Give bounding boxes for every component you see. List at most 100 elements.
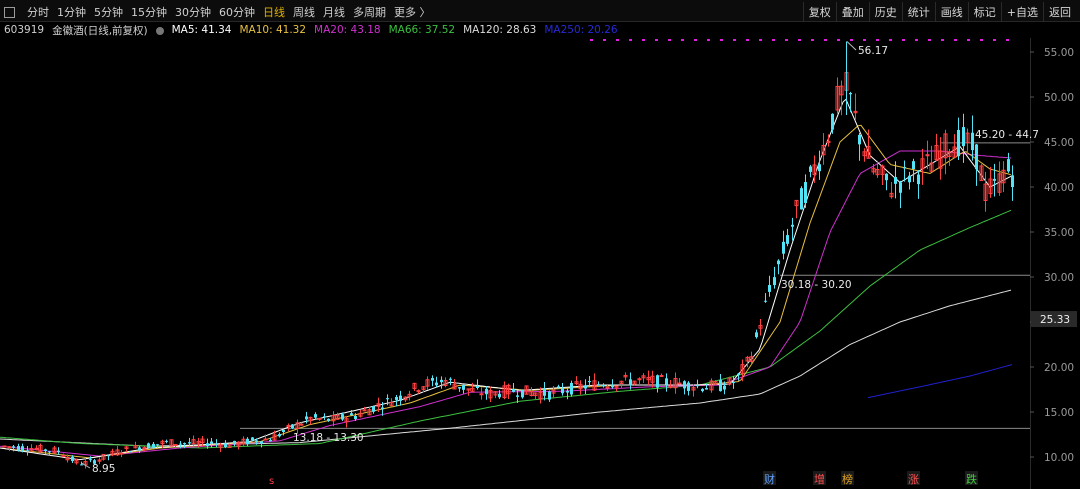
draw-line-button[interactable]: 画线 xyxy=(934,2,968,22)
tab-60min[interactable]: 60分钟 xyxy=(215,2,259,22)
signal-dot xyxy=(954,39,957,41)
ma120-line xyxy=(0,289,1012,447)
signal-dot xyxy=(928,39,931,41)
candle-body xyxy=(215,443,218,445)
candle-body xyxy=(395,396,398,400)
candle-body xyxy=(440,379,443,383)
tab-daily[interactable]: 日线 xyxy=(259,2,289,22)
signal-dot xyxy=(603,39,606,41)
candle-body xyxy=(885,173,888,181)
candle-body xyxy=(354,415,357,420)
mark-button[interactable]: 标记 xyxy=(967,2,1001,22)
ma20-line xyxy=(0,150,1012,457)
candle-body xyxy=(809,166,812,172)
statistics-button[interactable]: 统计 xyxy=(901,2,935,22)
candle-body xyxy=(449,378,452,380)
tab-30min[interactable]: 30分钟 xyxy=(171,2,215,22)
candle-body xyxy=(521,389,524,398)
candle-body xyxy=(129,451,132,453)
candle-body xyxy=(723,385,726,390)
ma250-line xyxy=(867,364,1013,399)
candle-body xyxy=(251,437,254,441)
candle-body xyxy=(804,181,807,204)
candle-body xyxy=(314,414,317,418)
tab-1min[interactable]: 1分钟 xyxy=(53,2,90,22)
sidebar-toggle-icon[interactable] xyxy=(4,6,15,18)
signal-dot xyxy=(915,39,918,41)
candle-body xyxy=(323,416,326,418)
y-tick-label: 35.00 xyxy=(1044,227,1074,239)
signal-dot xyxy=(785,39,788,41)
adjust-button[interactable]: 复权 xyxy=(802,2,836,22)
signal-dot xyxy=(668,39,671,41)
tab-15min[interactable]: 15分钟 xyxy=(127,2,171,22)
high-price-label-pointer xyxy=(846,41,857,51)
signal-dot xyxy=(746,39,749,41)
history-button[interactable]: 历史 xyxy=(868,2,902,22)
candle-body xyxy=(147,443,150,449)
candle-body xyxy=(286,424,291,427)
tab-multi-period[interactable]: 多周期 xyxy=(349,2,390,22)
candle-body xyxy=(791,224,794,227)
candle-body xyxy=(800,188,803,210)
current-price-label: 25.33 xyxy=(1040,314,1070,326)
candle-body xyxy=(755,332,758,338)
candle-body xyxy=(48,451,51,453)
add-watchlist-button[interactable]: +自选 xyxy=(1000,2,1043,22)
candle-body xyxy=(89,459,92,461)
range-label-1: 13.18 - 13.30 xyxy=(293,432,364,444)
candle-body xyxy=(971,132,974,151)
candle-body xyxy=(561,388,564,394)
tab-5min[interactable]: 5分钟 xyxy=(90,2,127,22)
candle-body xyxy=(687,382,690,391)
overlay-button[interactable]: 叠加 xyxy=(835,2,869,22)
signal-dot xyxy=(629,39,632,41)
candle-body xyxy=(210,441,213,444)
candle-body xyxy=(173,444,178,447)
event-marker-1: 增 xyxy=(814,472,825,486)
candle-body xyxy=(327,418,330,422)
signal-dot xyxy=(980,39,983,41)
ma5-label: MA5: 41.34 xyxy=(171,24,232,36)
tab-monthly[interactable]: 月线 xyxy=(319,2,349,22)
candle-body xyxy=(611,384,614,388)
period-tabs: 分时 1分钟 5分钟 15分钟 30分钟 60分钟 日线 周线 月线 多周期 更… xyxy=(4,2,435,22)
y-tick-label: 50.00 xyxy=(1044,92,1074,104)
event-marker-3: 涨 xyxy=(908,473,919,486)
signal-dot xyxy=(694,39,697,41)
candle-body xyxy=(362,409,367,412)
candle-body xyxy=(291,424,294,429)
candle-body xyxy=(26,450,29,452)
candle-body xyxy=(899,182,902,193)
back-button[interactable]: 返回 xyxy=(1043,2,1076,22)
kline-chart[interactable]: 55.0050.0045.0040.0035.0030.0025.0020.00… xyxy=(0,38,1080,489)
candle-body xyxy=(917,174,920,185)
tab-fenshi[interactable]: 分时 xyxy=(23,2,53,22)
candle-body xyxy=(516,395,519,397)
signal-dot xyxy=(941,39,944,41)
candle-body xyxy=(962,127,965,147)
candle-body xyxy=(858,134,861,145)
event-marker-0: 财 xyxy=(764,472,775,486)
candle-body xyxy=(435,382,438,386)
candle-body xyxy=(773,277,776,286)
candle-body xyxy=(485,388,488,395)
candle-body xyxy=(975,144,978,170)
candle-body xyxy=(782,241,785,254)
ma66-line xyxy=(0,209,1012,449)
candle-body xyxy=(179,443,182,445)
tab-weekly[interactable]: 周线 xyxy=(289,2,319,22)
signal-dot xyxy=(850,39,853,41)
candle-body xyxy=(138,447,141,451)
tab-more[interactable]: 更多 〉 xyxy=(390,2,435,22)
signal-dot xyxy=(993,39,996,41)
candle-body xyxy=(597,384,600,386)
range-label-2: 30.18 - 30.20 xyxy=(781,279,852,291)
settings-dot-icon[interactable] xyxy=(155,26,164,35)
candle-body xyxy=(683,381,686,389)
candle-body xyxy=(732,381,735,384)
signal-dot xyxy=(863,39,866,41)
candle-body xyxy=(665,378,668,385)
candle-body xyxy=(188,442,191,444)
candle-body xyxy=(831,113,834,130)
